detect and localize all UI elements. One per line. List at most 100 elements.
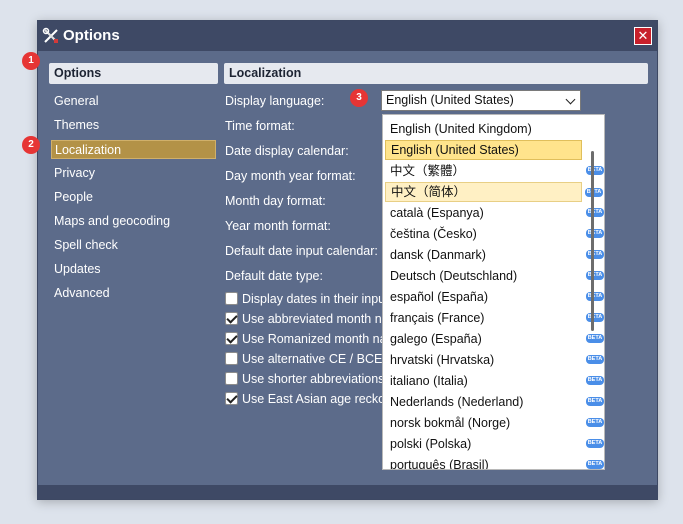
beta-badge: BETA [586, 355, 604, 364]
beta-badge: BETA [586, 208, 604, 217]
checkbox-label: Use shorter abbreviations [242, 372, 382, 386]
step-badge-3: 3 [350, 89, 368, 107]
language-option[interactable]: hrvatski (Hrvatska) BETA [385, 350, 604, 370]
language-option[interactable]: dansk (Danmark) BETA [385, 245, 604, 265]
checkbox-row[interactable]: Use Romanized month nar [225, 332, 382, 348]
language-option[interactable]: italiano (Italia) BETA [385, 371, 604, 391]
language-option[interactable]: čeština (Česko) BETA [385, 224, 604, 244]
tools-icon [42, 27, 58, 43]
language-option[interactable]: 中文（繁體） BETA [385, 161, 604, 181]
language-option[interactable]: galego (España) BETA [385, 329, 604, 349]
checkbox[interactable] [225, 312, 238, 325]
language-option[interactable]: français (France) BETA [385, 308, 604, 328]
beta-badge: BETA [586, 229, 604, 238]
language-option-label: català (Espanya) [390, 206, 484, 220]
language-option[interactable]: català (Espanya) BETA [385, 203, 604, 223]
beta-badge: BETA [586, 439, 604, 448]
field-label: Year month format: [225, 219, 331, 233]
language-option[interactable]: English (United States) [385, 140, 582, 160]
title-bar[interactable]: Options ✕ [38, 21, 657, 51]
beta-badge: BETA [586, 334, 604, 343]
sidebar-item-maps-and-geocoding[interactable]: Maps and geocoding [51, 212, 216, 231]
beta-badge: BETA [585, 188, 603, 197]
language-option[interactable]: 中文（简体） BETA [385, 182, 603, 202]
localization-header: Localization [224, 63, 648, 84]
checkbox-label: Use East Asian age reckon [242, 392, 382, 406]
language-option[interactable]: Deutsch (Deutschland) BETA [385, 266, 604, 286]
language-option-label: español (España) [390, 290, 488, 304]
beta-badge: BETA [586, 376, 604, 385]
language-option-label: English (United Kingdom) [390, 122, 532, 136]
close-button[interactable]: ✕ [634, 27, 652, 45]
display-language-value: English (United States) [386, 93, 514, 107]
checkbox[interactable] [225, 392, 238, 405]
beta-badge: BETA [586, 250, 604, 259]
language-option-label: 中文（简体） [391, 185, 467, 199]
status-bar [38, 485, 657, 499]
beta-badge: BETA [586, 460, 604, 469]
language-option[interactable]: Nederlands (Nederland) BETA [385, 392, 604, 412]
beta-badge: BETA [586, 397, 604, 406]
checkbox-row[interactable]: Use alternative CE / BCE e [225, 352, 382, 368]
language-option-label: English (United States) [391, 143, 519, 157]
sidebar-item-advanced[interactable]: Advanced [51, 284, 216, 303]
sidebar-item-spell-check[interactable]: Spell check [51, 236, 216, 255]
beta-badge: BETA [586, 313, 604, 322]
language-option-label: galego (España) [390, 332, 482, 346]
field-label: Default date type: [225, 269, 323, 283]
options-window: Options ✕ Options Localization General Th… [37, 20, 658, 500]
sidebar-item-themes[interactable]: Themes [51, 116, 216, 135]
field-label: Display language: [225, 94, 325, 108]
sidebar-header: Options [49, 63, 218, 84]
language-option-label: 中文（繁體） [390, 164, 466, 178]
chevron-down-icon[interactable] [565, 94, 576, 105]
beta-badge: BETA [586, 292, 604, 301]
checkbox-row[interactable]: Display dates in their input [225, 292, 382, 308]
checkbox[interactable] [225, 352, 238, 365]
language-option-label: dansk (Danmark) [390, 248, 486, 262]
language-option-label: Deutsch (Deutschland) [390, 269, 518, 283]
field-label: Day month year format: [225, 169, 356, 183]
language-option[interactable]: español (España) BETA [385, 287, 604, 307]
checkbox-label: Display dates in their input [242, 292, 382, 306]
checkbox-row[interactable]: Use shorter abbreviations [225, 372, 382, 388]
window-title: Options [63, 27, 120, 44]
field-label: Default date input calendar: [225, 244, 378, 258]
language-option-label: français (France) [390, 311, 485, 325]
display-language-dropdown[interactable]: English (United Kingdom) English (United … [382, 114, 605, 470]
language-option[interactable]: português (Brasil) BETA [385, 455, 604, 470]
checkbox[interactable] [225, 332, 238, 345]
sidebar-item-general[interactable]: General [51, 92, 216, 111]
step-badge-1: 1 [22, 52, 40, 70]
language-option-label: português (Brasil) [390, 458, 489, 470]
checkbox-row[interactable]: Use East Asian age reckon [225, 392, 382, 408]
field-label: Date display calendar: [225, 144, 349, 158]
sidebar-item-privacy[interactable]: Privacy [51, 164, 216, 183]
beta-badge: BETA [586, 166, 604, 175]
sidebar-item-updates[interactable]: Updates [51, 260, 216, 279]
field-label: Month day format: [225, 194, 326, 208]
dropdown-scrollbar[interactable] [591, 151, 594, 331]
step-badge-2: 2 [22, 136, 40, 154]
language-option-label: Nederlands (Nederland) [390, 395, 524, 409]
beta-badge: BETA [586, 418, 604, 427]
checkbox-label: Use abbreviated month na [242, 312, 382, 326]
language-option-label: polski (Polska) [390, 437, 472, 451]
display-language-select[interactable]: English (United States) [381, 90, 581, 111]
field-label: Time format: [225, 119, 295, 133]
language-option-label: hrvatski (Hrvatska) [390, 353, 495, 367]
checkbox[interactable] [225, 292, 238, 305]
checkbox[interactable] [225, 372, 238, 385]
sidebar-item-people[interactable]: People [51, 188, 216, 207]
language-option[interactable]: norsk bokmål (Norge) BETA [385, 413, 604, 433]
language-option-label: italiano (Italia) [390, 374, 468, 388]
language-option[interactable]: English (United Kingdom) [385, 119, 582, 139]
language-option-label: čeština (Česko) [390, 227, 477, 241]
checkbox-label: Use alternative CE / BCE e [242, 352, 382, 366]
sidebar-item-localization[interactable]: Localization [51, 140, 216, 159]
language-option-label: norsk bokmål (Norge) [390, 416, 511, 430]
language-option[interactable]: polski (Polska) BETA [385, 434, 604, 454]
checkbox-row[interactable]: Use abbreviated month na [225, 312, 382, 328]
beta-badge: BETA [586, 271, 604, 280]
checkbox-label: Use Romanized month nar [242, 332, 382, 346]
